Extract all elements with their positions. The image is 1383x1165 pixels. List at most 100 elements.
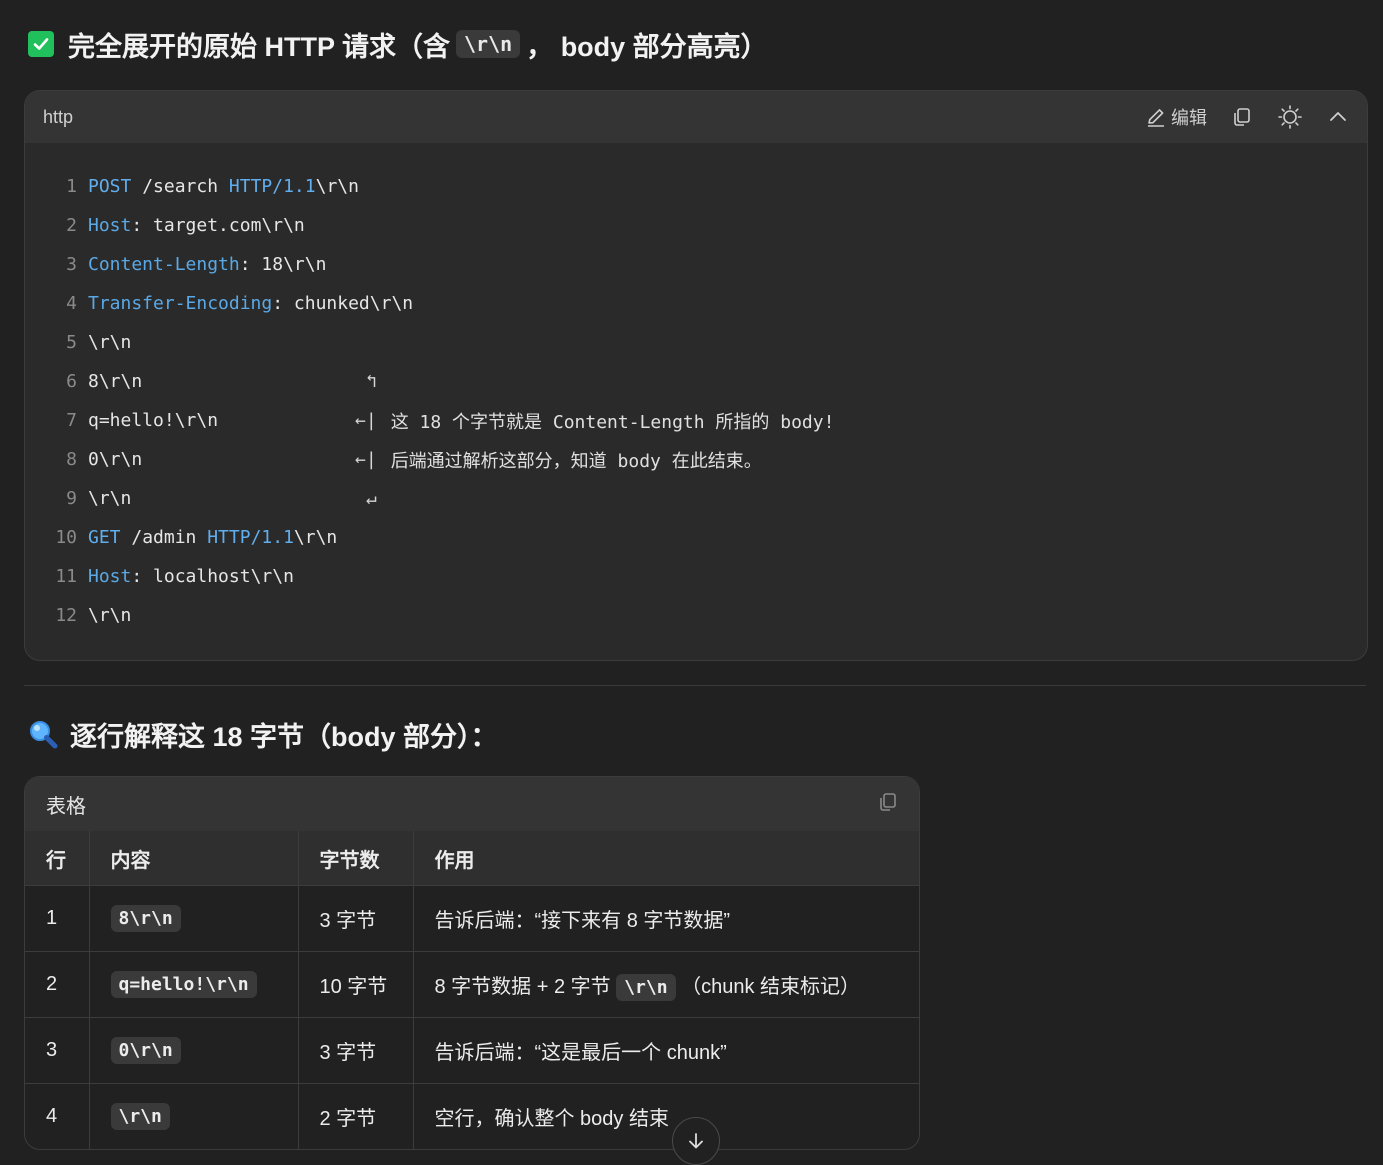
chevron-up-icon xyxy=(1330,112,1346,121)
table-card-header: 表格 xyxy=(25,777,919,831)
code-line: 4 Transfer-Encoding: chunked\r\n xyxy=(25,284,1367,323)
check-box-icon xyxy=(28,31,54,57)
code-token: \r\n xyxy=(88,332,132,353)
line-number: 8 xyxy=(66,449,77,470)
content-code: 8\r\n xyxy=(110,905,181,932)
copy-icon xyxy=(880,792,896,811)
line-number: 9 xyxy=(66,488,77,509)
copy-code-button[interactable] xyxy=(1231,106,1253,128)
table-body: 1 8\r\n 3 字节 告诉后端：“接下来有 8 字节数据” 2 q=hello!\r\… xyxy=(25,885,919,1149)
code-annotation: ↰ xyxy=(355,371,377,392)
annotation-arrow-icon: ←| xyxy=(355,410,377,431)
code-token: /search xyxy=(131,176,229,197)
code-annotation: ↵ xyxy=(355,488,377,509)
content-cell: q=hello!\r\n xyxy=(89,951,299,1018)
line-number: 7 xyxy=(66,410,77,431)
effect-text: （chunk 结束标记） xyxy=(675,976,861,998)
edit-label: 编辑 xyxy=(1171,108,1207,128)
code-annotation: ←| 后端通过解析这部分，知道 body 在此结束。 xyxy=(355,447,762,473)
code-token: GET xyxy=(88,527,121,548)
code-toolbar: 编辑 xyxy=(1145,104,1349,130)
row-number-cell: 4 xyxy=(25,1083,90,1149)
code-line: 10 GET /admin HTTP/1.1 \r\n xyxy=(25,518,1367,557)
code-body: 1 POST /search HTTP/1.1 \r\n 2 Host: target.… xyxy=(25,143,1367,635)
effect-cell: 告诉后端：“接下来有 8 字节数据” xyxy=(413,885,919,952)
effect-cell: 告诉后端：“这是最后一个 chunk” xyxy=(413,1017,919,1084)
bytes-cell: 3 字节 xyxy=(298,1017,414,1084)
code-token: : chunked\r\n xyxy=(272,293,414,314)
table-card: 表格 行 内容 字节数 作用 1 8\r\n 3 字节 告诉后端：“接下来有 8 字节… xyxy=(24,776,920,1150)
line-number: 5 xyxy=(66,332,77,353)
code-line: 11 Host: localhost\r\n xyxy=(25,557,1367,596)
code-line: 1 POST /search HTTP/1.1 \r\n xyxy=(25,167,1367,206)
theme-toggle-button[interactable] xyxy=(1277,104,1303,130)
code-token: : target.com\r\n xyxy=(131,215,305,236)
content-cell: 8\r\n xyxy=(89,885,299,952)
code-token: \r\n xyxy=(293,527,338,548)
content-code: \r\n xyxy=(110,1103,170,1130)
column-header-effect: 作用 xyxy=(413,831,919,886)
bytes-cell: 10 字节 xyxy=(298,951,414,1018)
code-token: \r\n xyxy=(88,488,132,509)
table-header-row: 行 内容 字节数 作用 xyxy=(25,831,919,886)
line-number: 2 xyxy=(66,215,77,236)
code-line: 9 \r\n ↵ xyxy=(25,479,1367,518)
code-token: 0\r\n xyxy=(88,449,143,470)
copy-icon xyxy=(1234,108,1250,126)
code-token: Content-Length xyxy=(88,254,240,275)
code-token: HTTP/1.1 xyxy=(207,527,294,548)
code-line: 2 Host: target.com\r\n xyxy=(25,206,1367,245)
arrow-down-icon xyxy=(689,1133,703,1149)
annotation-arrow-icon: ↵ xyxy=(355,488,377,509)
edit-button[interactable]: 编辑 xyxy=(1145,104,1207,130)
code-block-header: http 编辑 xyxy=(25,91,1367,143)
code-annotation: ←| 这 18 个字节就是 Content-Length 所指的 body! xyxy=(355,408,834,434)
code-line: 8 0\r\n ←| 后端通过解析这部分，知道 body 在此结束。 xyxy=(25,440,1367,479)
line-number: 4 xyxy=(66,293,77,314)
table-title: 表格 xyxy=(46,795,86,818)
heading-suffix: ， body 部分高亮） xyxy=(526,31,768,62)
code-token: Host xyxy=(88,215,132,236)
bytes-cell: 3 字节 xyxy=(298,885,414,952)
content-cell: 0\r\n xyxy=(89,1017,299,1084)
code-block: http 编辑 1 POST /search HTTP/1.1 \r\n 2 Host:… xyxy=(24,90,1368,661)
column-header-bytes: 字节数 xyxy=(298,831,414,886)
section-heading-explanation: 逐行解释这 18 字节（body 部分）： xyxy=(28,714,498,754)
row-number-cell: 3 xyxy=(25,1017,90,1084)
code-line: 7 q=hello!\r\n ←| 这 18 个字节就是 Content-Length… xyxy=(25,401,1367,440)
heading-inline-code: \r\n xyxy=(456,30,521,58)
code-token: 8\r\n xyxy=(88,371,143,392)
section-heading-raw-request: 完全展开的原始 HTTP 请求（含 \r\n ， body 部分高亮） xyxy=(28,24,768,64)
column-header-content: 内容 xyxy=(89,831,299,886)
table-row: 1 8\r\n 3 字节 告诉后端：“接下来有 8 字节数据” xyxy=(25,885,919,952)
annotation-text: 后端通过解析这部分，知道 body 在此结束。 xyxy=(390,450,762,472)
magnifier-icon xyxy=(30,721,58,749)
effect-text: 8 字节数据 + 2 字节 xyxy=(434,976,617,998)
line-number: 10 xyxy=(55,527,77,548)
bytes-table: 行 内容 字节数 作用 1 8\r\n 3 字节 告诉后端：“接下来有 8 字节数据”… xyxy=(25,831,919,1149)
code-token: \r\n xyxy=(88,605,132,626)
row-number-cell: 2 xyxy=(25,951,90,1018)
column-header-row: 行 xyxy=(25,831,90,886)
line-number: 3 xyxy=(66,254,77,275)
pencil-icon xyxy=(1148,109,1164,127)
copy-table-button[interactable] xyxy=(877,791,899,818)
effect-code: \r\n xyxy=(616,974,676,1001)
table-row: 3 0\r\n 3 字节 告诉后端：“这是最后一个 chunk” xyxy=(25,1017,919,1084)
effect-text: 告诉后端：“接下来有 8 字节数据” xyxy=(434,910,731,932)
annotation-arrow-icon: ←| xyxy=(355,449,377,470)
content-code: q=hello!\r\n xyxy=(110,971,257,998)
annotation-text: 这 18 个字节就是 Content-Length 所指的 body! xyxy=(390,411,835,433)
code-token: : localhost\r\n xyxy=(131,566,294,587)
row-number-cell: 1 xyxy=(25,885,90,952)
bytes-cell: 2 字节 xyxy=(298,1083,414,1149)
collapse-button[interactable] xyxy=(1327,106,1349,128)
effect-text: 空行，确认整个 body 结束 xyxy=(434,1108,669,1130)
line-number: 12 xyxy=(55,605,77,626)
line-number: 6 xyxy=(66,371,77,392)
code-token: /admin xyxy=(120,527,208,548)
code-line: 3 Content-Length: 18\r\n xyxy=(25,245,1367,284)
effect-cell: 8 字节数据 + 2 字节 \r\n （chunk 结束标记） xyxy=(413,951,919,1018)
table-row: 4 \r\n 2 字节 空行，确认整个 body 结束 xyxy=(25,1083,919,1149)
code-token: : 18\r\n xyxy=(239,254,327,275)
